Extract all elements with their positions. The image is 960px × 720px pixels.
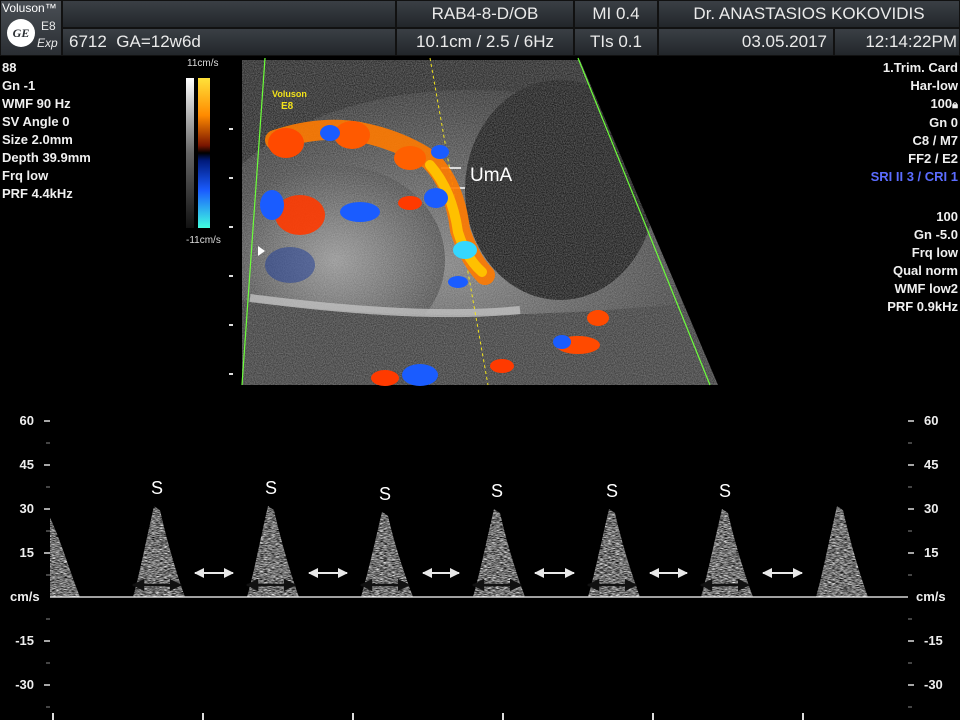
axis-label-right: 45: [924, 457, 939, 472]
patient-id: 6712: [69, 32, 107, 51]
axis-label-left: -30: [15, 677, 34, 692]
systolic-peak-label: S: [151, 478, 163, 498]
axis-label-right: 30: [924, 501, 939, 516]
axis-label-left: 45: [19, 457, 34, 472]
axis-label-right: -30: [924, 677, 943, 692]
mechanical-index: MI 0.4: [592, 4, 640, 23]
tis-cell: TIs 0.1: [574, 28, 658, 56]
sector-right-edge: [577, 57, 711, 386]
systolic-peak-label: S: [606, 481, 618, 501]
color-flow-overlay: [260, 119, 609, 386]
velocity-waveforms: SSSSSS: [50, 478, 868, 597]
param-color-wall-filter: WMF low2: [894, 281, 958, 296]
param-harmonic: Har-low: [910, 78, 958, 93]
imaging-parameters: 1.Trim. Card Har-low 100🔒︎ Gn 0 C8 / M7 …: [871, 59, 958, 186]
systolic-peak: [816, 506, 868, 597]
systolic-peak-label: S: [379, 484, 391, 504]
vessel-annotation: UmA: [470, 165, 513, 186]
exam-time: 12:14:22PM: [865, 32, 957, 51]
color-scale-max: 11cm/s: [187, 58, 219, 69]
param-sv-angle: SV Angle 0: [2, 114, 70, 129]
exam-date: 03.05.2017: [741, 32, 827, 51]
param-sv-depth: Depth 39.9mm: [2, 150, 91, 165]
param-frequency: Frq low: [2, 168, 49, 183]
param-color-power: 100: [936, 209, 958, 224]
brand-name: Voluson™: [2, 1, 57, 15]
spectral-doppler-trace: SSSSSS: [44, 420, 914, 720]
param-color-gain: Gn -5.0: [913, 227, 958, 242]
doppler-parameters: 88 Gn -1 WMF 90 Hz SV Angle 0 Size 2.0mm…: [2, 59, 91, 203]
sector-left-edge: [241, 57, 266, 386]
depth-scale: [229, 128, 233, 375]
systolic-peak-label: S: [265, 478, 277, 498]
systolic-peak-label: S: [719, 481, 731, 501]
param-quality: Qual norm: [892, 263, 958, 278]
unit-label-right: cm/s: [916, 589, 946, 604]
param-color-frequency: Frq low: [911, 245, 958, 260]
systolic-peak: [247, 506, 299, 597]
axis-label-right: -15: [924, 633, 943, 648]
partial-waveform: [50, 517, 80, 597]
patient-cell: 6712 GA=12w6d: [62, 28, 396, 56]
focus-marker-icon: [258, 246, 265, 256]
mi-cell: MI 0.4: [574, 0, 658, 28]
param-prf: PRF 4.4kHz: [2, 186, 73, 201]
axis-label-left: 15: [19, 545, 34, 560]
thermal-index: TIs 0.1: [590, 32, 642, 51]
color-parameters: 100 Gn -5.0 Frq low Qual norm WMF low2 P…: [887, 208, 958, 316]
param-gain: Gn -1: [2, 78, 36, 93]
status-header: Voluson™ GE E8 Exp 6712 GA=12w6d RAB4-8-…: [0, 0, 960, 56]
systolic-peak: [588, 509, 640, 597]
velocity-axis-right: [908, 420, 914, 708]
color-scale-min: -11cm/s: [186, 235, 221, 246]
param-power-value: 100: [930, 96, 953, 111]
bmode-color-image: [229, 57, 718, 386]
patient-info: 6712 GA=12w6d: [69, 29, 395, 55]
model-variant: Exp: [37, 36, 58, 50]
image-watermark-brand: Voluson: [272, 89, 307, 99]
time-cell: 12:14:22PM: [834, 28, 960, 56]
gestational-age: GA=12w6d: [116, 32, 201, 51]
axis-label-left: -15: [15, 633, 34, 648]
velocity-axis-left: [44, 420, 50, 708]
operator-name: Dr. ANASTASIOS KOKOVIDIS: [693, 4, 925, 23]
systolic-peak: [701, 509, 753, 597]
interval-markers: [131, 568, 803, 592]
systolic-peak: [473, 509, 525, 597]
date-cell: 03.05.2017: [658, 28, 834, 56]
axis-label-right: 60: [924, 413, 939, 428]
param-sv-size: Size 2.0mm: [2, 132, 73, 147]
header-cell-empty: [62, 0, 396, 28]
logo-block: Voluson™ GE E8 Exp: [0, 0, 62, 56]
param-frame-rate: 88: [2, 60, 17, 75]
axis-label-left: 60: [19, 413, 34, 428]
unit-label-left: cm/s: [10, 589, 40, 604]
param-map: C8 / M7: [912, 133, 958, 148]
param-power: 100🔒︎: [871, 95, 958, 114]
operator-cell: Dr. ANASTASIOS KOKOVIDIS: [658, 0, 960, 28]
param-color-prf: PRF 0.9kHz: [887, 299, 958, 314]
grayscale-bar: [186, 78, 194, 228]
systolic-peak: [133, 506, 185, 597]
param-filter: FF2 / E2: [908, 151, 958, 166]
doppler-cursor-line: [429, 57, 489, 386]
lock-icon: 🔒︎: [952, 99, 958, 111]
color-velocity-bar: [198, 78, 210, 228]
ge-logo-icon: GE: [7, 19, 35, 47]
param-bmode-gain: Gn 0: [929, 115, 958, 130]
probe-name: RAB4-8-D/OB: [431, 4, 539, 23]
param-preset: 1.Trim. Card: [882, 60, 958, 75]
probe-cell: RAB4-8-D/OB: [396, 0, 574, 28]
axis-label-left: 30: [19, 501, 34, 516]
time-axis: [52, 713, 804, 720]
systolic-peak-label: S: [491, 481, 503, 501]
depth-cell: 10.1cm / 2.5 / 6Hz: [396, 28, 574, 56]
model-name: E8: [41, 19, 56, 33]
depth-setting: 10.1cm / 2.5 / 6Hz: [416, 32, 554, 51]
param-sri-cri: SRI II 3 / CRI 1: [870, 169, 958, 184]
axis-label-right: 15: [924, 545, 939, 560]
image-watermark-model: E8: [281, 101, 294, 112]
systolic-peak: [361, 511, 413, 597]
param-wall-filter: WMF 90 Hz: [2, 96, 71, 111]
